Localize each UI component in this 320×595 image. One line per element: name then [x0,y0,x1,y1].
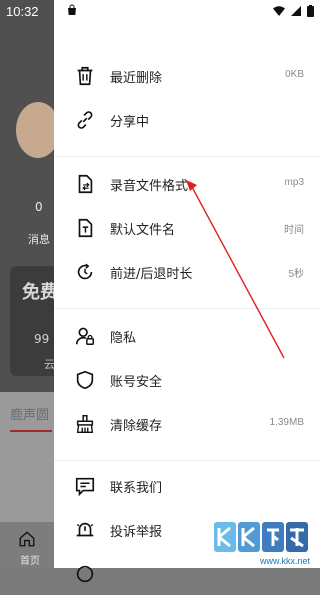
broom-icon [76,415,94,433]
home-icon[interactable] [18,530,36,548]
kkx-logo-icon [214,522,308,552]
divider [54,308,320,309]
background-card: 免费 99 云 [10,266,60,376]
menu-item-value: 5秒 [288,269,304,280]
background-card-number: 99 [34,332,50,346]
menu-item-label: 联系我们 [110,481,163,496]
divider [54,460,320,461]
link-icon [77,111,93,129]
background-message-label: 消息 [28,233,50,246]
menu-item-clear-cache[interactable]: 清除缓存 1.39MB [54,401,320,445]
menu-item-recent-deleted[interactable]: 最近删除 0KB [54,53,320,97]
menu-item-recording-format[interactable]: 录音文件格式 mp3 [54,161,320,205]
trash-icon [77,66,93,86]
menu-item-value: 时间 [284,225,304,236]
partial-icon [76,565,94,583]
menu-item-value: mp3 [284,177,304,188]
menu-item-label: 分享中 [110,115,150,130]
menu-item-label: 最近删除 [110,71,163,86]
settings-drawer: 最近删除 0KB 分享中 录音文件格式 mp3 默认文件名 时间 前进/后退时长… [54,0,320,583]
background-count: 0 [35,200,43,214]
menu-item-account-security[interactable]: 账号安全 [54,357,320,401]
menu-item-contact-us[interactable]: 联系我们 [54,463,320,507]
menu-item-value: 1.39MB [269,417,304,428]
menu-item-label: 账号安全 [110,375,163,390]
menu-item-label: 录音文件格式 [110,179,189,194]
shopping-bag-icon [68,4,76,15]
menu-item-seek-duration[interactable]: 前进/后退时长 5秒 [54,249,320,293]
shield-icon [76,370,94,390]
bell-icon [76,522,94,537]
menu-item-sharing[interactable]: 分享中 [54,97,320,141]
battery-icon [307,5,314,17]
menu-item-value: 0KB [285,69,304,80]
file-name-icon [78,218,93,238]
file-format-icon [78,174,93,194]
background-tab-indicator [10,430,52,432]
menu-item-privacy[interactable]: 隐私 [54,313,320,357]
wifi-icon [273,6,285,16]
menu-item-label: 清除缓存 [110,419,163,434]
signal-icon [291,6,301,16]
nav-home-label[interactable]: 首页 [20,552,40,567]
menu-item-default-filename[interactable]: 默认文件名 时间 [54,205,320,249]
chat-icon [75,477,95,497]
timer-icon [77,263,93,280]
menu-item-label: 前进/后退时长 [110,267,193,282]
background-tab-label: 鹿声圆 [10,408,50,423]
menu-item-label: 默认文件名 [110,223,176,238]
privacy-icon [75,327,94,345]
divider [54,156,320,157]
menu-item-label: 投诉举报 [110,525,163,540]
watermark-logo: www.kkx.net [210,518,318,568]
bottom-nav: 首页 [0,522,54,568]
watermark-url: www.kkx.net [259,556,310,566]
status-time: 10:32 [6,4,39,19]
menu-item-label: 隐私 [110,331,137,346]
status-bar: 10:32 [0,0,320,24]
background-card-title: 免费 [22,282,58,303]
